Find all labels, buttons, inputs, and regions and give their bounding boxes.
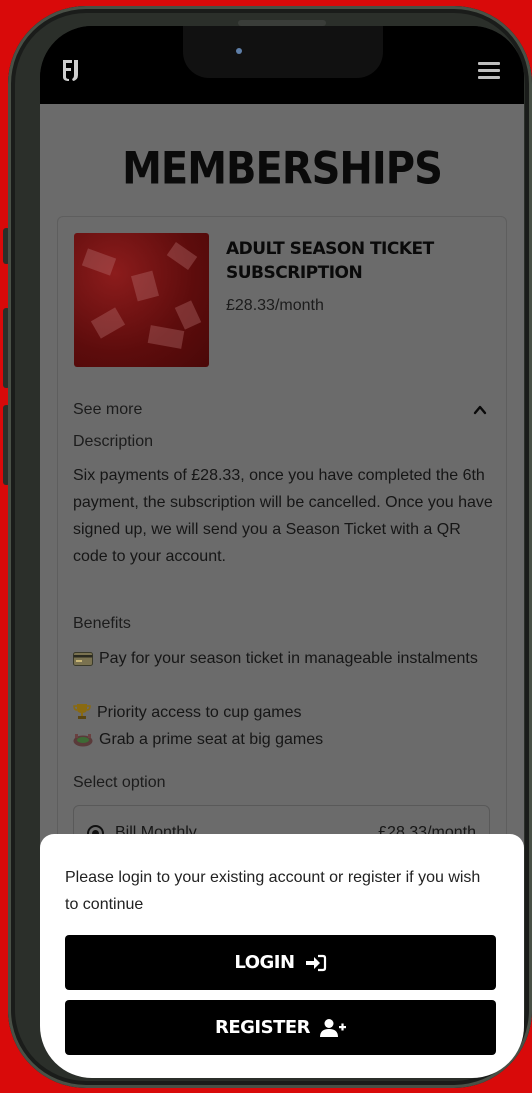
benefit-item: Grab a prime seat at big games	[73, 726, 493, 753]
benefit-text: Pay for your season ticket in manageable…	[99, 650, 478, 667]
login-prompt-sheet: Please login to your existing account or…	[40, 834, 524, 1078]
benefit-text: Grab a prime seat at big games	[99, 731, 324, 748]
product-price: £28.33/month	[226, 297, 324, 314]
chevron-up-icon[interactable]	[473, 403, 487, 417]
front-camera	[236, 48, 242, 54]
product-name: ADULT SEASON TICKET SUBSCRIPTION	[226, 239, 434, 283]
benefits-heading: Benefits	[73, 615, 131, 632]
phone-frame: MEMBERSHIPS ADULT SEASON TICKET SUBSCRIP…	[8, 6, 532, 1088]
benefit-item: Pay for your season ticket in manageable…	[73, 645, 493, 672]
register-button-label: REGISTER	[214, 1017, 311, 1038]
register-button[interactable]: REGISTER	[65, 1000, 496, 1055]
add-user-icon	[320, 1018, 347, 1037]
benefit-text: Priority access to cup games	[97, 704, 302, 721]
menu-bar	[478, 62, 500, 65]
club-crest-icon[interactable]	[61, 58, 81, 82]
hamburger-menu-icon[interactable]	[478, 62, 500, 80]
phone-screen: MEMBERSHIPS ADULT SEASON TICKET SUBSCRIP…	[40, 26, 524, 1078]
page-title: MEMBERSHIPS	[122, 143, 443, 195]
stadium-icon	[73, 734, 93, 747]
login-button-label: LOGIN	[234, 952, 295, 973]
trophy-icon	[73, 704, 91, 719]
benefit-item: Priority access to cup games	[73, 699, 493, 726]
login-icon	[305, 954, 326, 971]
description-heading: Description	[73, 433, 154, 450]
see-more-toggle[interactable]: See more	[73, 401, 142, 419]
login-prompt-message: Please login to your existing account or…	[65, 869, 481, 913]
menu-bar	[478, 76, 500, 79]
menu-bar	[478, 69, 500, 72]
login-button[interactable]: LOGIN	[65, 935, 496, 990]
select-option-heading: Select option	[73, 774, 166, 791]
credit-card-icon	[73, 652, 93, 666]
product-image	[74, 233, 209, 367]
dynamic-island	[183, 26, 383, 78]
app-header	[40, 26, 524, 104]
description-text: Six payments of £28.33, once you have co…	[73, 467, 493, 565]
